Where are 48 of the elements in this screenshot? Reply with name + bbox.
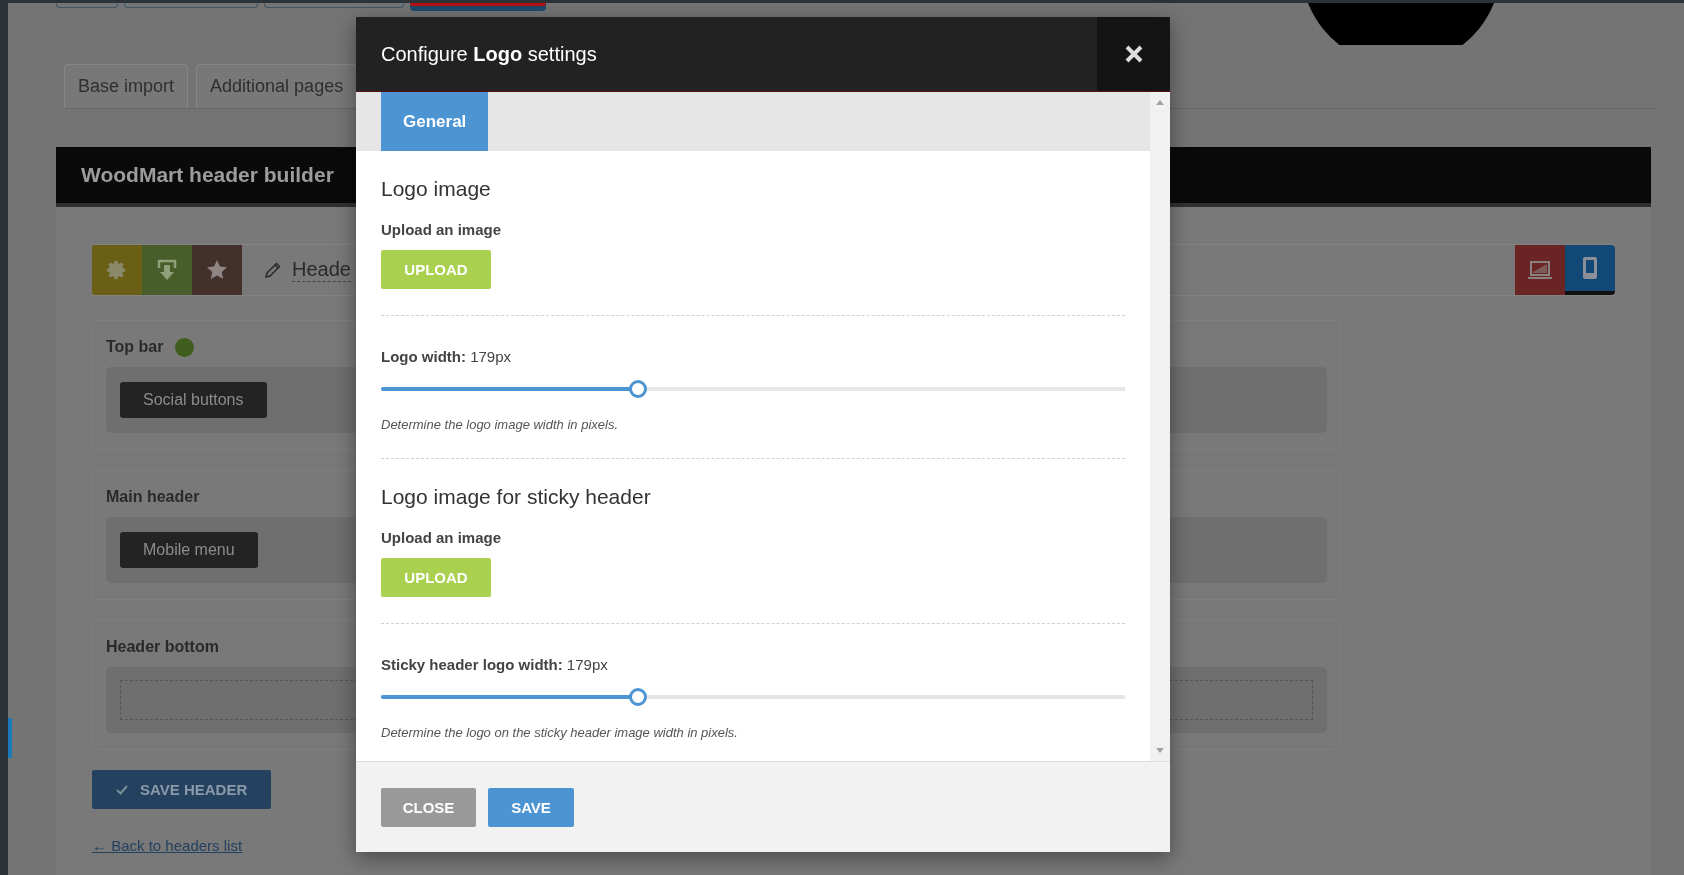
close-button[interactable]: CLOSE <box>381 787 476 827</box>
checkmark-icon <box>116 784 128 795</box>
field-label: Upload an image <box>381 221 503 238</box>
top-button[interactable] <box>56 3 118 8</box>
section-heading: Logo image for sticky header <box>381 485 652 509</box>
element-button[interactable]: Social buttons <box>120 382 267 418</box>
top-button[interactable] <box>264 3 404 8</box>
row-title: Main header <box>106 488 200 506</box>
hint-text: Determine the logo image width in pixels. <box>381 417 619 432</box>
page-tab[interactable]: Additional pages <box>196 64 358 108</box>
slider-label: Logo width: 179px <box>381 348 512 365</box>
element-button[interactable]: Mobile menu <box>120 532 258 568</box>
close-icon <box>1124 45 1143 63</box>
laptop-button[interactable] <box>1515 245 1565 295</box>
download-arrow-icon <box>156 258 178 282</box>
star-icon <box>205 258 229 282</box>
save-button[interactable]: SAVE <box>488 787 574 827</box>
scroll-up-icon[interactable] <box>1156 100 1164 105</box>
row-title: Header bottom <box>106 638 219 656</box>
dialog-tab[interactable]: General <box>381 92 489 151</box>
builder-title: WoodMart header builder <box>81 163 334 187</box>
gear-icon <box>106 259 128 281</box>
top-button[interactable] <box>124 3 258 8</box>
dialog-title: Configure Logo settings <box>380 42 598 66</box>
hint-text: Determine the logo on the sticky header image width in pixels. <box>381 725 739 740</box>
top-button[interactable] <box>410 3 546 11</box>
upload-button[interactable]: UPLOAD <box>381 558 491 597</box>
save-header-button[interactable]: SAVE HEADER <box>92 770 272 809</box>
settings-button[interactable] <box>92 245 142 295</box>
import-button[interactable] <box>142 245 192 295</box>
phone-icon <box>1583 257 1597 279</box>
slider-handle[interactable] <box>628 688 647 706</box>
upload-button[interactable]: UPLOAD <box>381 250 491 289</box>
laptop-icon <box>1527 259 1553 281</box>
star-button[interactable] <box>192 245 242 295</box>
scrollbar[interactable] <box>1150 92 1170 761</box>
back-link[interactable]: ← Back to headers list <box>92 837 243 854</box>
section-heading: Logo image <box>381 177 492 201</box>
phone-button[interactable] <box>1565 245 1615 295</box>
row-title: Top bar <box>106 338 164 356</box>
field-label: Upload an image <box>381 529 503 546</box>
scroll-down-icon[interactable] <box>1156 748 1164 753</box>
header-name[interactable]: Heade <box>292 258 351 282</box>
close-button[interactable] <box>1097 17 1170 91</box>
page-tab[interactable]: Base import <box>64 64 189 108</box>
slider-handle[interactable] <box>628 380 647 398</box>
pencil-icon <box>264 261 282 279</box>
slider-label: Sticky header logo width: 179px <box>381 656 609 673</box>
